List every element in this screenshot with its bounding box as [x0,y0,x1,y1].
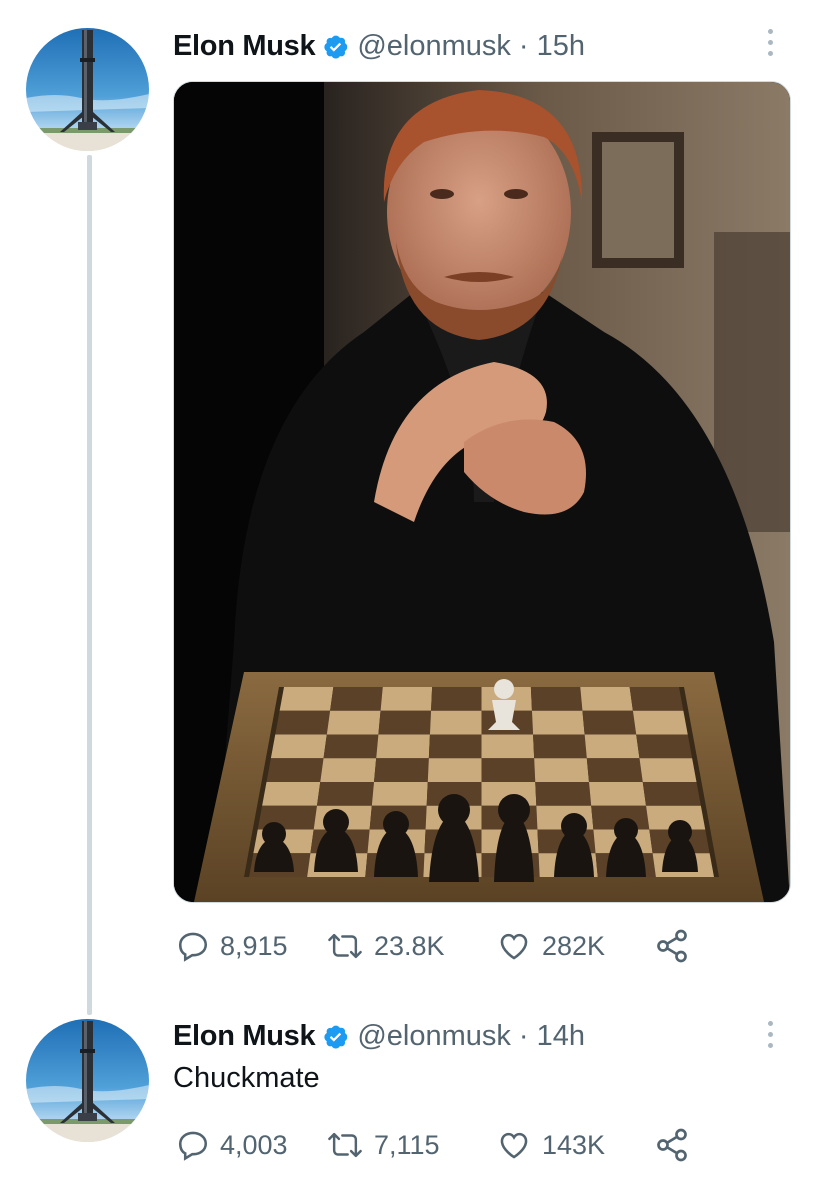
reply-button[interactable]: 8,915 [176,926,288,966]
tweet-header: Elon Musk @elonmusk · 14h [173,1014,585,1058]
author-name[interactable]: Elon Musk [173,1020,316,1053]
author-handle[interactable]: @elonmusk [357,1020,511,1053]
tweet-media-image[interactable] [173,81,791,903]
verified-badge-icon [322,33,349,60]
retweet-count: 7,115 [374,1129,440,1160]
like-icon [500,933,528,960]
timestamp[interactable]: 15h [537,30,585,63]
share-button[interactable] [654,926,690,966]
tweet-text: Chuckmate [173,1062,320,1094]
retweet-button[interactable]: 7,115 [326,1125,440,1165]
tweet-header: Elon Musk @elonmusk · 15h [173,24,585,68]
like-button[interactable]: 282K [496,926,605,966]
like-icon [500,1132,528,1159]
retweet-count: 23.8K [374,930,445,961]
reply-icon [178,1131,208,1161]
share-button[interactable] [654,1125,690,1165]
chess-pieces [254,679,698,882]
reply-count: 4,003 [220,1129,288,1160]
avatar[interactable] [26,1019,149,1142]
author-name[interactable]: Elon Musk [173,30,316,63]
reply-button[interactable]: 4,003 [176,1125,288,1165]
reply-icon [178,932,208,962]
more-options-icon[interactable] [756,1014,784,1054]
share-icon [657,929,687,963]
share-icon [657,1128,687,1162]
author-handle[interactable]: @elonmusk [357,30,511,63]
like-button[interactable]: 143K [496,1125,605,1165]
more-options-icon[interactable] [756,22,784,62]
avatar[interactable] [26,28,149,151]
retweet-icon [328,1132,362,1158]
retweet-button[interactable]: 23.8K [326,926,445,966]
separator-dot: · [518,1019,529,1052]
verified-badge-icon [322,1023,349,1050]
like-count: 282K [542,930,606,961]
retweet-icon [328,933,362,959]
reply-count: 8,915 [220,930,288,961]
like-count: 143K [542,1129,606,1160]
thread-connector-line [87,155,92,1015]
separator-dot: · [518,29,529,62]
timestamp[interactable]: 14h [537,1020,585,1053]
